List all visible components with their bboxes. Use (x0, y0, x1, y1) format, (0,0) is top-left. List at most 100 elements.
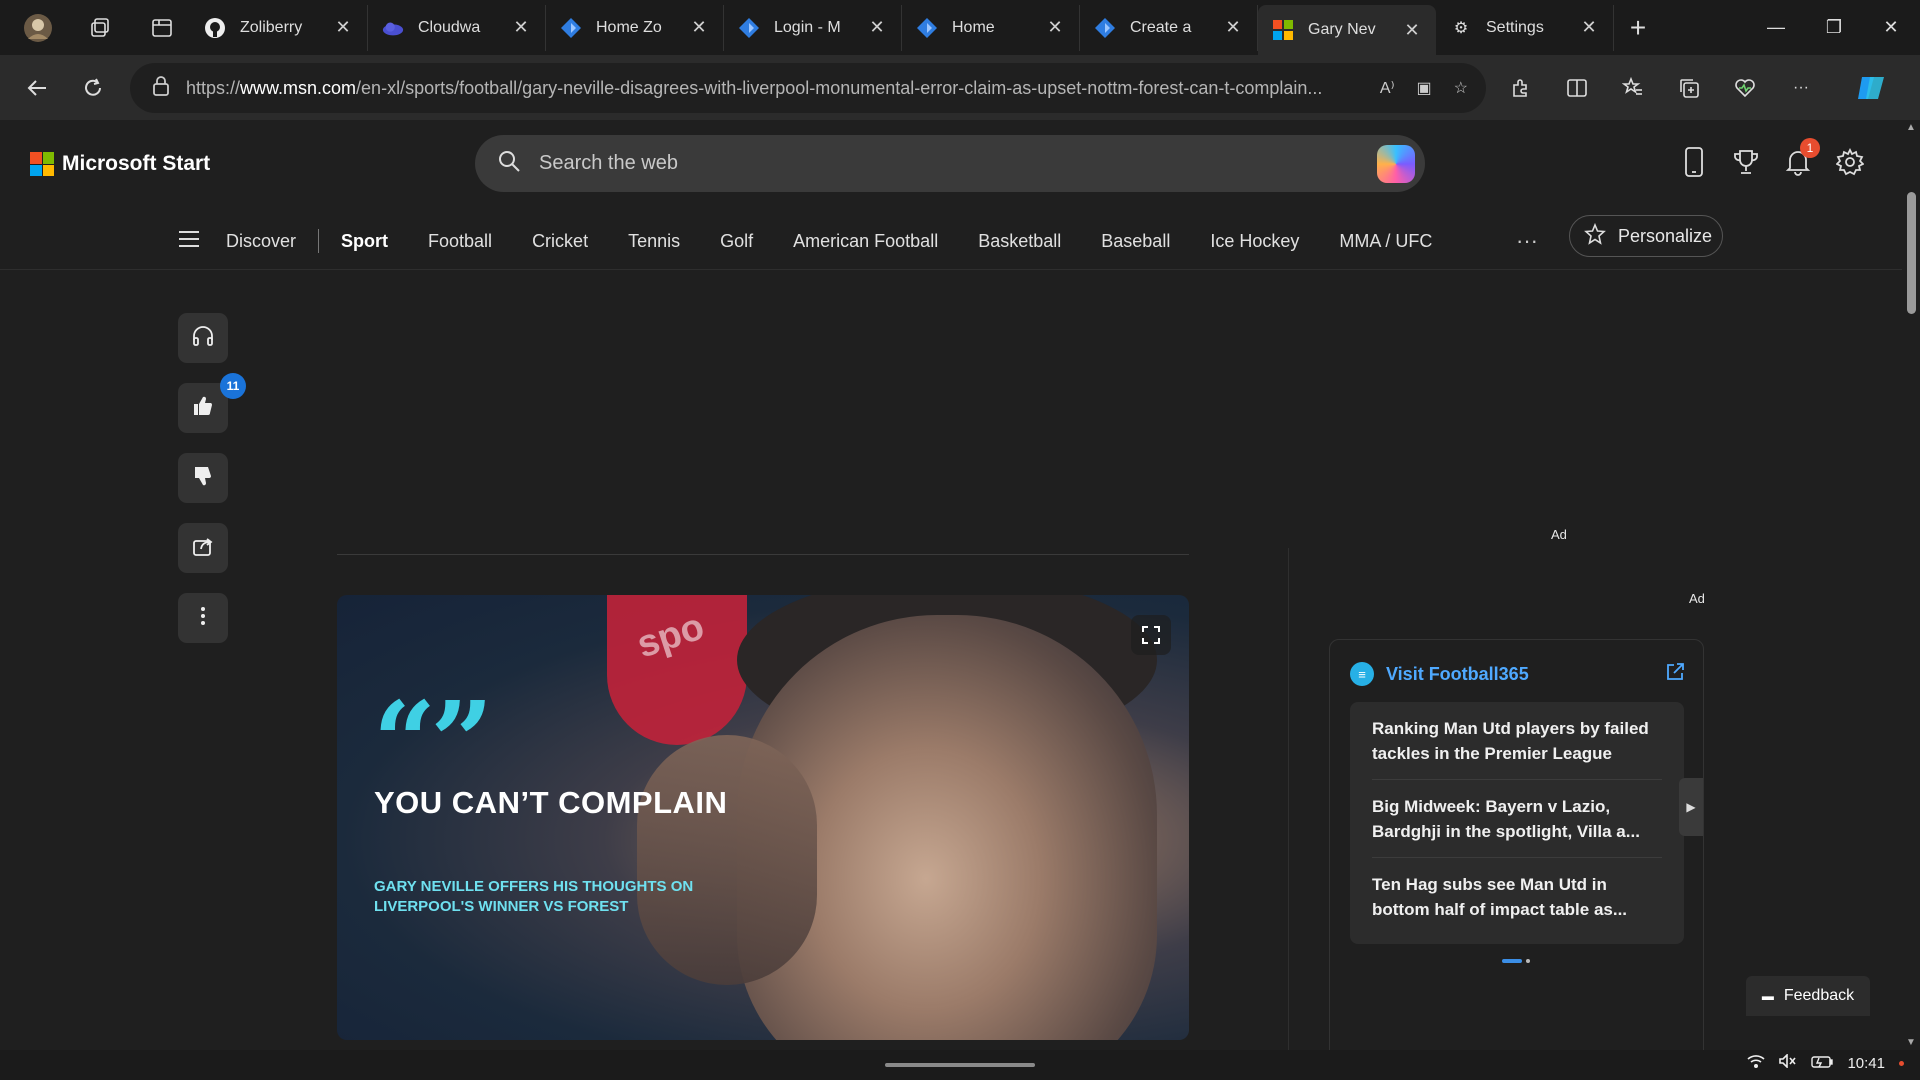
hand-shape (637, 735, 817, 985)
profile-avatar[interactable] (18, 8, 58, 48)
tab-create[interactable]: Create a ✕ (1080, 4, 1258, 51)
nav-basketball[interactable]: Basketball (958, 231, 1081, 252)
browser-essentials-icon[interactable] (1724, 67, 1766, 109)
workspaces-icon[interactable] (80, 8, 120, 48)
collections-icon[interactable] (1668, 67, 1710, 109)
tab-title: Zoliberry (240, 18, 303, 36)
page-scrollbar[interactable]: ▲ ▼ (1902, 120, 1920, 1050)
close-icon[interactable]: ✕ (511, 17, 531, 38)
scroll-down-arrow-icon[interactable]: ▼ (1906, 1037, 1916, 1048)
favorites-icon[interactable] (1612, 67, 1654, 109)
hero-subline: GARY NEVILLE OFFERS HIS THOUGHTS ON LIVE… (374, 878, 694, 915)
like-count-badge: 11 (220, 373, 246, 399)
cloud-icon (382, 17, 404, 39)
tab-zoliberry[interactable]: Zoliberry ✕ (190, 4, 368, 51)
nav-mma-ufc[interactable]: MMA / UFC (1319, 231, 1452, 252)
more-categories-icon[interactable]: ··· (1516, 228, 1538, 254)
article-action-rail: 11 (178, 313, 246, 643)
listen-button[interactable] (178, 313, 228, 363)
header-divider (0, 269, 1902, 270)
tab-home-zo[interactable]: Home Zo ✕ (546, 4, 724, 51)
like-button[interactable]: 11 (178, 373, 246, 433)
close-icon[interactable]: ✕ (689, 17, 709, 38)
sparkle-star-icon (1584, 222, 1606, 250)
tab-settings[interactable]: ⚙ Settings ✕ (1436, 4, 1614, 51)
nav-sport[interactable]: Sport (321, 231, 408, 252)
nav-american-football[interactable]: American Football (773, 231, 958, 252)
microsoft-start-logo[interactable]: Microsoft Start (30, 152, 210, 176)
clock-time[interactable]: 10:41 (1847, 1055, 1885, 1072)
back-button[interactable] (13, 64, 61, 112)
copilot-sidebar-icon[interactable] (1850, 67, 1892, 109)
share-icon (192, 535, 214, 562)
close-icon[interactable]: ✕ (1579, 17, 1599, 38)
settings-gear-icon[interactable] (1836, 146, 1864, 178)
taskbar-handle[interactable] (885, 1063, 1035, 1067)
notifications-bell-icon[interactable]: 1 (1784, 138, 1820, 178)
list-item[interactable]: Ten Hag subs see Man Utd in bottom half … (1372, 858, 1662, 936)
battery-icon[interactable] (1811, 1055, 1834, 1072)
refresh-button[interactable] (69, 64, 117, 112)
more-menu-icon[interactable]: ··· (1780, 67, 1822, 109)
headphones-icon (191, 324, 215, 353)
fullscreen-expand-button[interactable] (1131, 615, 1171, 655)
list-item[interactable]: Big Midweek: Bayern v Lazio, Bardghji in… (1372, 780, 1662, 858)
more-options-button[interactable] (178, 593, 228, 643)
favorite-star-icon[interactable]: ☆ (1454, 78, 1468, 98)
read-aloud-icon[interactable]: A⁾ (1380, 78, 1395, 98)
caret-right-icon: ▶ (1686, 800, 1696, 814)
restore-button[interactable]: ❐ (1805, 0, 1863, 55)
extensions-icon[interactable] (1500, 67, 1542, 109)
hamburger-menu-icon[interactable] (170, 230, 220, 253)
carousel-next-button[interactable]: ▶ (1679, 778, 1703, 836)
pagination-dot-active[interactable] (1502, 959, 1522, 963)
list-item[interactable]: Ranking Man Utd players by failed tackle… (1372, 702, 1662, 780)
close-icon[interactable]: ✕ (1045, 17, 1065, 38)
nav-baseball[interactable]: Baseball (1081, 231, 1190, 252)
scroll-up-arrow-icon[interactable]: ▲ (1906, 122, 1916, 133)
tab-cloudwa[interactable]: Cloudwa ✕ (368, 4, 546, 51)
tab-gary-nev[interactable]: Gary Nev ✕ (1258, 5, 1436, 55)
tab-login[interactable]: Login - M ✕ (724, 4, 902, 51)
personalize-label: Personalize (1618, 225, 1713, 246)
minimize-button[interactable]: — (1747, 0, 1805, 55)
rewards-trophy-icon[interactable] (1732, 146, 1760, 178)
feedback-button[interactable]: ▬ Feedback (1746, 976, 1870, 1016)
tab-title: Create a (1130, 18, 1192, 36)
nav-football[interactable]: Football (408, 231, 512, 252)
close-icon[interactable]: ✕ (333, 17, 353, 38)
tab-home[interactable]: Home ✕ (902, 4, 1080, 51)
close-window-button[interactable]: ✕ (1862, 0, 1920, 55)
copilot-icon[interactable] (1377, 145, 1415, 183)
search-placeholder: Search the web (539, 152, 678, 174)
split-screen-icon[interactable] (1556, 67, 1598, 109)
mobile-app-icon[interactable] (1680, 146, 1708, 178)
pagination-dot[interactable] (1526, 959, 1530, 963)
nav-discover[interactable]: Discover (220, 231, 316, 252)
close-icon[interactable]: ✕ (1223, 17, 1243, 38)
immersive-reader-icon[interactable]: ▣ (1417, 78, 1432, 98)
nav-ice-hockey[interactable]: Ice Hockey (1190, 231, 1319, 252)
dislike-button[interactable] (178, 453, 228, 503)
scrollbar-thumb[interactable] (1907, 192, 1916, 314)
personalize-button[interactable]: Personalize (1569, 215, 1723, 257)
volume-muted-icon[interactable] (1779, 1053, 1797, 1072)
football365-link[interactable]: ≡ Visit Football365 (1350, 662, 1529, 686)
wifi-icon[interactable] (1747, 1054, 1765, 1072)
tab-actions-icon[interactable] (142, 8, 182, 48)
lock-icon[interactable] (152, 75, 170, 101)
url-text[interactable]: https://www.msn.com/en-xl/sports/footbal… (186, 78, 1326, 99)
nav-golf[interactable]: Golf (700, 231, 773, 252)
close-icon[interactable]: ✕ (1402, 20, 1422, 41)
nav-cricket[interactable]: Cricket (512, 231, 608, 252)
external-link-icon[interactable] (1665, 662, 1685, 687)
new-tab-button[interactable]: + (1614, 4, 1662, 52)
web-search-box[interactable]: Search the web (475, 135, 1425, 192)
nav-tennis[interactable]: Tennis (608, 231, 700, 252)
address-toolbar: https://www.msn.com/en-xl/sports/footbal… (0, 55, 1920, 120)
address-bar[interactable]: https://www.msn.com/en-xl/sports/footbal… (130, 63, 1486, 113)
share-button[interactable] (178, 523, 228, 573)
article-divider (337, 554, 1189, 555)
article-hero-image[interactable]: spo “” YOU CAN’T COMPLAIN GARY NEVILLE O… (337, 595, 1189, 1040)
close-icon[interactable]: ✕ (867, 17, 887, 38)
